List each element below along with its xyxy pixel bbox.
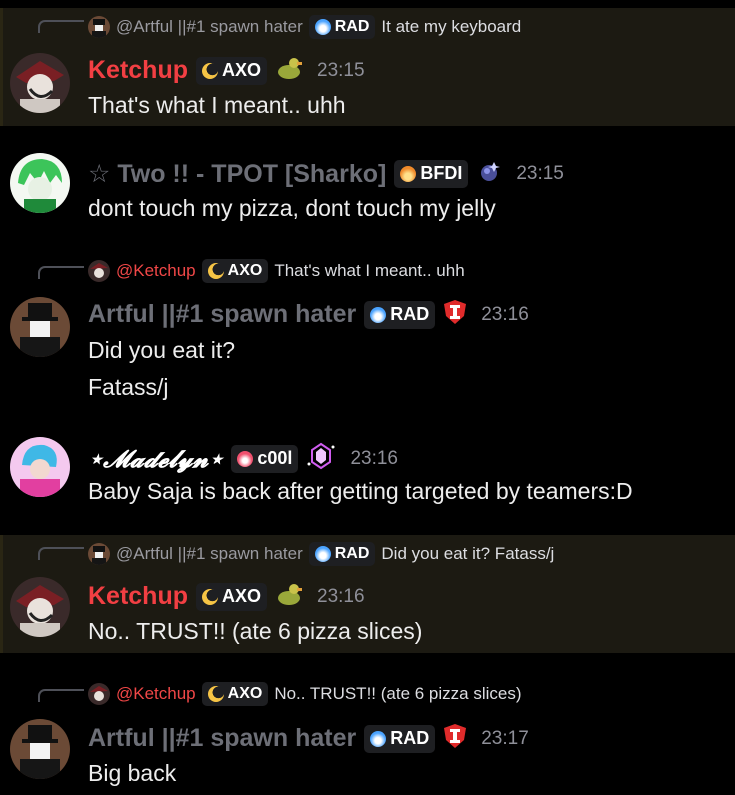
rad-tag: RAD (308, 542, 376, 566)
axo-tag: AXO (196, 582, 268, 611)
rad-tag: RAD (364, 724, 436, 753)
message-madelyn[interactable]: ⋆𝓜𝓪𝓭𝓮𝓵𝔂𝓷⋆ c00l 23:16 Baby Saja is back a… (0, 432, 735, 512)
fire-icon (400, 165, 417, 182)
timestamp: 23:16 (350, 447, 398, 469)
message-text: Did you eat it? (88, 337, 236, 363)
crescent-icon (207, 263, 224, 279)
reply-spine (38, 20, 84, 33)
username[interactable]: ☆ Two !! - TPOT [Sharko] (88, 159, 386, 189)
message-text: dont touch my pizza, dont touch my jelly (88, 195, 496, 221)
artful-avatar[interactable] (10, 719, 70, 779)
duck-icon (275, 581, 303, 612)
reply-preview[interactable]: @Artful ||#1 spawn hater RAD It ate my k… (88, 15, 521, 39)
flame-icon (370, 730, 387, 747)
rad-tag: RAD (308, 15, 376, 39)
shield-icon (443, 723, 467, 754)
message-artful-2[interactable]: @Ketchup AXO No.. TRUST!! (ate 6 pizza s… (0, 677, 735, 795)
reply-author[interactable]: @Artful ||#1 spawn hater (116, 544, 303, 564)
reply-author[interactable]: @Artful ||#1 spawn hater (116, 17, 303, 37)
duck-icon (275, 55, 303, 86)
message-header: Ketchup AXO 23:16 (88, 581, 365, 612)
shield-icon (443, 299, 467, 330)
ketchup-avatar[interactable] (10, 577, 70, 637)
message-ketchup-1[interactable]: @Artful ||#1 spawn hater RAD It ate my k… (0, 8, 735, 126)
artful-mini-avatar (88, 543, 110, 565)
reply-spine (38, 689, 84, 702)
message-text: Fatass/j (88, 374, 169, 400)
planet-icon (476, 158, 502, 189)
reply-text[interactable]: No.. TRUST!! (ate 6 pizza slices) (274, 684, 521, 704)
flame-icon (370, 306, 387, 323)
message-header: Ketchup AXO 23:15 (88, 55, 365, 86)
message-two[interactable]: ☆ Two !! - TPOT [Sharko] BFDI 23:15 dont… (0, 150, 735, 230)
message-ketchup-2[interactable]: @Artful ||#1 spawn hater RAD Did you eat… (0, 535, 735, 653)
timestamp: 23:17 (481, 727, 529, 749)
two-avatar[interactable] (10, 153, 70, 213)
axo-tag: AXO (201, 259, 269, 283)
artful-avatar[interactable] (10, 297, 70, 357)
message-text: That's what I meant.. uhh (88, 92, 346, 118)
axo-tag: AXO (201, 682, 269, 706)
ketchup-mini-avatar (88, 683, 110, 705)
reply-text[interactable]: Did you eat it? Fatass/j (381, 544, 554, 564)
reply-preview[interactable]: @Ketchup AXO That's what I meant.. uhh (88, 259, 465, 283)
message-text: Big back (88, 760, 177, 786)
bfdi-tag: BFDI (394, 159, 469, 188)
reply-author[interactable]: @Ketchup (116, 261, 196, 281)
username[interactable]: Ketchup (88, 582, 188, 611)
username[interactable]: Ketchup (88, 56, 188, 85)
reply-preview[interactable]: @Ketchup AXO No.. TRUST!! (ate 6 pizza s… (88, 682, 522, 706)
timestamp: 23:16 (317, 585, 365, 607)
reply-spine (38, 266, 84, 279)
username[interactable]: Artful ||#1 spawn hater (88, 300, 356, 329)
cool-tag: c00l (231, 444, 299, 473)
crystal-icon (306, 442, 336, 475)
reply-text[interactable]: It ate my keyboard (381, 17, 521, 37)
message-header: ⋆𝓜𝓪𝓭𝓮𝓵𝔂𝓷⋆ c00l 23:16 (88, 442, 398, 475)
ketchup-mini-avatar (88, 260, 110, 282)
timestamp: 23:15 (516, 162, 564, 184)
fire-icon (237, 450, 254, 467)
message-text: Baby Saja is back after getting targeted… (88, 478, 633, 504)
madelyn-avatar[interactable] (10, 437, 70, 497)
username[interactable]: Artful ||#1 spawn hater (88, 724, 356, 753)
chat-message-list: @Artful ||#1 spawn hater RAD It ate my k… (0, 0, 735, 795)
message-artful-1[interactable]: @Ketchup AXO That's what I meant.. uhh A… (0, 252, 735, 412)
reply-author[interactable]: @Ketchup (116, 684, 196, 704)
username[interactable]: ⋆𝓜𝓪𝓭𝓮𝓵𝔂𝓷⋆ (88, 444, 223, 473)
reply-preview[interactable]: @Artful ||#1 spawn hater RAD Did you eat… (88, 542, 554, 566)
message-header: ☆ Two !! - TPOT [Sharko] BFDI 23:15 (88, 158, 564, 189)
ketchup-avatar[interactable] (10, 53, 70, 113)
crescent-icon (202, 588, 218, 605)
rad-tag: RAD (364, 300, 436, 329)
crescent-icon (207, 686, 224, 702)
reply-spine (38, 547, 84, 560)
message-header: Artful ||#1 spawn hater RAD 23:16 (88, 299, 529, 330)
crescent-icon (202, 62, 218, 79)
flame-icon (314, 19, 331, 35)
message-text: No.. TRUST!! (ate 6 pizza slices) (88, 618, 423, 644)
timestamp: 23:15 (317, 59, 365, 81)
timestamp: 23:16 (481, 303, 529, 325)
message-header: Artful ||#1 spawn hater RAD 23:17 (88, 723, 529, 754)
flame-icon (314, 546, 331, 562)
artful-mini-avatar (88, 16, 110, 38)
reply-text[interactable]: That's what I meant.. uhh (274, 261, 464, 281)
axo-tag: AXO (196, 56, 268, 85)
